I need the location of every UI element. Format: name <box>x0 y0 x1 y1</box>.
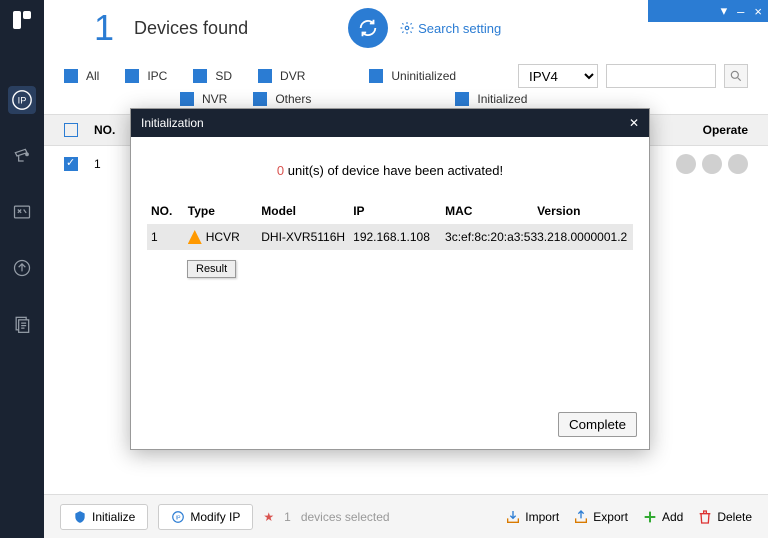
ip-icon: IP <box>171 510 185 524</box>
modal-titlebar: Initialization ✕ <box>131 109 649 137</box>
nav-tools-icon[interactable] <box>8 198 36 226</box>
devices-found-label: Devices found <box>134 18 248 39</box>
nav-ip-icon[interactable]: IP <box>8 86 36 114</box>
search-input[interactable] <box>606 64 716 88</box>
op-info-icon[interactable] <box>702 154 722 174</box>
gear-icon <box>400 21 414 35</box>
export-icon <box>573 509 589 525</box>
window-controls: ▾ – × <box>648 0 768 22</box>
col-operate: Operate <box>703 123 748 137</box>
required-star: ★ <box>263 510 274 524</box>
refresh-button[interactable] <box>348 8 388 48</box>
svg-text:IP: IP <box>176 515 181 521</box>
shield-icon <box>73 510 87 524</box>
warning-icon <box>188 230 202 244</box>
svg-text:IP: IP <box>18 96 27 106</box>
nav-camera-icon[interactable] <box>8 142 36 170</box>
initialize-button[interactable]: Initialize <box>60 504 148 530</box>
minimize-icon[interactable]: – <box>737 4 744 19</box>
selected-count: 1 <box>284 510 291 524</box>
result-button[interactable]: Result <box>187 260 236 278</box>
nav-docs-icon[interactable] <box>8 310 36 338</box>
activated-message: 0 unit(s) of device have been activated! <box>147 163 633 178</box>
app-logo-icon <box>10 8 34 32</box>
bottom-bar: Initialize IP Modify IP ★ 1 devices sele… <box>44 494 768 538</box>
selected-label: devices selected <box>301 510 390 524</box>
filter-ipc-checkbox[interactable] <box>125 69 139 83</box>
filter-dvr-checkbox[interactable] <box>258 69 272 83</box>
modal-title-text: Initialization <box>141 116 204 130</box>
delete-button[interactable]: Delete <box>697 509 752 525</box>
export-button[interactable]: Export <box>573 509 628 525</box>
modify-ip-button[interactable]: IP Modify IP <box>158 504 253 530</box>
filter-sd-checkbox[interactable] <box>193 69 207 83</box>
row-operate-icons <box>676 154 748 174</box>
filter-others-checkbox[interactable] <box>253 92 267 106</box>
search-setting-link[interactable]: Search setting <box>400 21 501 36</box>
sidebar: IP <box>0 0 44 538</box>
filter-uninit-checkbox[interactable] <box>369 69 383 83</box>
select-all-checkbox[interactable] <box>64 123 78 137</box>
add-button[interactable]: Add <box>642 509 683 525</box>
device-count: 1 <box>94 7 114 49</box>
filter-init-checkbox[interactable] <box>455 92 469 106</box>
filter-nvr-checkbox[interactable] <box>180 92 194 106</box>
import-button[interactable]: Import <box>505 509 559 525</box>
search-button[interactable] <box>724 64 748 88</box>
modal-close-icon[interactable]: ✕ <box>629 116 639 130</box>
plus-icon <box>642 509 658 525</box>
op-edit-icon[interactable] <box>676 154 696 174</box>
nav-upload-icon[interactable] <box>8 254 36 282</box>
initialization-modal: Initialization ✕ 0 unit(s) of device hav… <box>130 108 650 450</box>
dropdown-icon[interactable]: ▾ <box>721 3 728 19</box>
filter-row: All IPC SD DVR Uninitialized IPV4 <box>44 56 768 92</box>
complete-button[interactable]: Complete <box>558 412 637 437</box>
trash-icon <box>697 509 713 525</box>
row-checkbox[interactable] <box>64 157 78 171</box>
filter-all-checkbox[interactable] <box>64 69 78 83</box>
close-icon[interactable]: × <box>754 4 762 19</box>
ip-version-select[interactable]: IPV4 <box>518 64 598 88</box>
search-icon <box>729 69 743 83</box>
modal-table-header: NO. Type Model IP MAC Version <box>147 198 633 224</box>
op-web-icon[interactable] <box>728 154 748 174</box>
modal-table-row[interactable]: 1 HCVR DHI-XVR5116H 192.168.1.108 3c:ef:… <box>147 224 633 250</box>
import-icon <box>505 509 521 525</box>
